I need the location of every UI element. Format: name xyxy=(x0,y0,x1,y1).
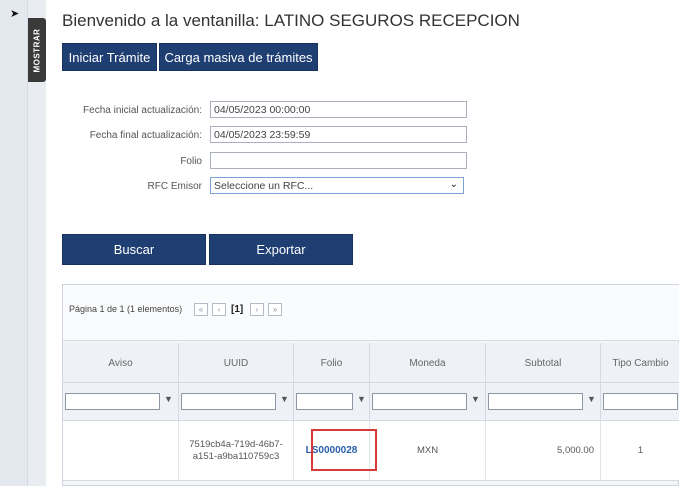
rfc-selected-value: Seleccione un RFC... xyxy=(214,180,314,192)
cell-aviso xyxy=(63,421,179,481)
filter-funnel-icon[interactable]: ▼ xyxy=(587,394,596,404)
filter-funnel-icon[interactable]: ▼ xyxy=(280,394,289,404)
last-page-button[interactable]: » xyxy=(268,303,282,316)
column-header-uuid[interactable]: UUID xyxy=(179,343,294,383)
next-page-button[interactable]: › xyxy=(250,303,264,316)
filter-funnel-icon[interactable]: ▼ xyxy=(164,394,173,404)
folio-input[interactable] xyxy=(210,152,467,169)
exportar-button[interactable]: Exportar xyxy=(209,234,353,265)
filter-uuid-input[interactable] xyxy=(181,393,276,410)
carga-masiva-button[interactable]: Carga masiva de trámites xyxy=(159,43,318,71)
cell-tipo-cambio: 1 xyxy=(637,445,644,456)
filter-subtotal-input[interactable] xyxy=(488,393,583,410)
rfc-emisor-label: RFC Emisor xyxy=(147,181,202,192)
mostrar-label: MOSTRAR xyxy=(32,28,42,72)
fecha-inicial-label: Fecha inicial actualización: xyxy=(83,105,202,116)
fecha-inicial-input[interactable]: 04/05/2023 00:00:00 xyxy=(210,101,467,118)
cell-moneda: MXN xyxy=(370,421,486,481)
filter-aviso-input[interactable] xyxy=(65,393,160,410)
cell-subtotal: 5,000.00 xyxy=(486,421,601,481)
expand-arrow-icon[interactable]: ➤ xyxy=(10,7,19,20)
column-header-moneda[interactable]: Moneda xyxy=(370,343,486,383)
folio-label: Folio xyxy=(180,156,202,167)
filter-funnel-icon[interactable]: ▼ xyxy=(357,394,366,404)
fecha-final-label: Fecha final actualización: xyxy=(89,130,202,141)
filter-funnel-icon[interactable]: ▼ xyxy=(471,394,480,404)
column-header-tipo-cambio[interactable]: Tipo Cambio xyxy=(601,343,679,383)
column-header-folio[interactable]: Folio xyxy=(294,343,370,383)
main-panel: Bienvenido a la ventanilla: LATINO SEGUR… xyxy=(46,0,679,486)
sidebar-strip: ➤ xyxy=(0,0,28,486)
fecha-final-input[interactable]: 04/05/2023 23:59:59 xyxy=(210,126,467,143)
iniciar-tramite-button[interactable]: Iniciar Trámite xyxy=(62,43,157,71)
grid-pager: Página 1 de 1 (1 elementos) « ‹ [1] › » xyxy=(63,285,679,341)
mostrar-toggle[interactable]: MOSTRAR xyxy=(28,18,46,82)
folio-highlight-box xyxy=(311,429,377,471)
table-row[interactable]: 7519cb4a-719d-46b7-a151-a9ba110759c3 LS0… xyxy=(63,421,679,481)
current-page: [1] xyxy=(231,304,244,315)
filter-moneda-input[interactable] xyxy=(372,393,467,410)
pager-summary: Página 1 de 1 (1 elementos) xyxy=(69,304,183,314)
prev-page-button[interactable]: ‹ xyxy=(212,303,226,316)
filter-folio-input[interactable] xyxy=(296,393,353,410)
grid-filter-row: ▼ ▼ ▼ ▼ ▼ xyxy=(63,383,679,421)
chevron-down-icon: ⌄ xyxy=(449,179,458,190)
column-header-aviso[interactable]: Aviso xyxy=(63,343,179,383)
page-title: Bienvenido a la ventanilla: LATINO SEGUR… xyxy=(62,11,520,30)
results-grid: Página 1 de 1 (1 elementos) « ‹ [1] › » … xyxy=(62,284,679,486)
filter-tipo-cambio-input[interactable] xyxy=(603,393,678,410)
column-header-subtotal[interactable]: Subtotal xyxy=(486,343,601,383)
grid-header-row: Aviso UUID Folio Moneda Subtotal Tipo Ca… xyxy=(63,343,679,383)
cell-uuid: 7519cb4a-719d-46b7-a151-a9ba110759c3 xyxy=(179,421,294,481)
buscar-button[interactable]: Buscar xyxy=(62,234,206,265)
rfc-emisor-select[interactable]: Seleccione un RFC... ⌄ xyxy=(210,177,464,194)
first-page-button[interactable]: « xyxy=(194,303,208,316)
